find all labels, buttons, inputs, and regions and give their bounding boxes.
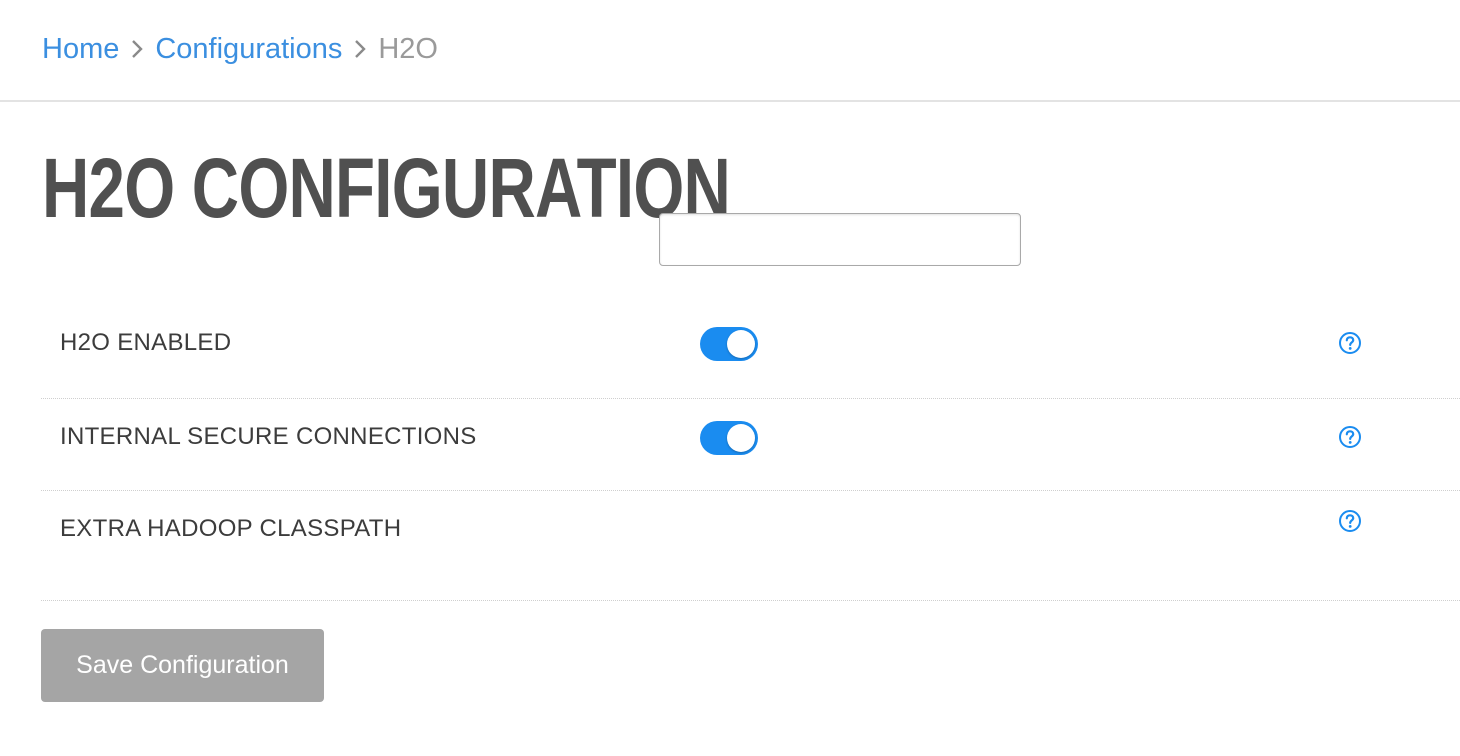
breadcrumb: Home Configurations H2O [42,26,438,72]
question-circle-icon[interactable] [1338,509,1362,533]
chevron-right-icon [131,39,144,59]
extra-hadoop-classpath-input[interactable] [659,213,1021,266]
h2o-enabled-toggle[interactable] [700,327,758,361]
question-circle-icon[interactable] [1338,425,1362,449]
breadcrumb-current: H2O [378,32,438,65]
setting-row-internal-secure-connections: INTERNAL SECURE CONNECTIONS [41,399,1460,491]
chevron-right-icon [354,39,367,59]
setting-row-extra-hadoop-classpath: EXTRA HADOOP CLASSPATH [41,491,1460,601]
toggle-knob [727,424,755,452]
internal-secure-connections-toggle[interactable] [700,421,758,455]
setting-label: EXTRA HADOOP CLASSPATH [60,515,402,542]
header-divider [0,100,1460,102]
page-title: H2O CONFIGURATION [42,141,731,235]
question-circle-icon[interactable] [1338,331,1362,355]
setting-row-h2o-enabled: H2O ENABLED [41,296,1460,399]
breadcrumb-home-link[interactable]: Home [42,33,119,66]
toggle-knob [727,330,755,358]
setting-label: H2O ENABLED [60,329,232,356]
settings-list: H2O ENABLED INTERNAL SECURE CONNECTIONS … [41,296,1460,601]
save-configuration-button[interactable]: Save Configuration [41,629,324,702]
setting-label: INTERNAL SECURE CONNECTIONS [60,423,477,450]
breadcrumb-configurations-link[interactable]: Configurations [155,33,342,66]
